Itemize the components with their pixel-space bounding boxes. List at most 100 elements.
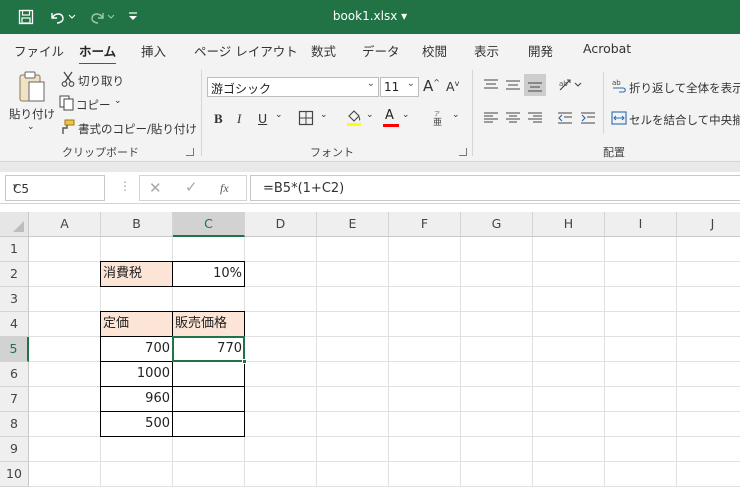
cell-c9[interactable]	[173, 437, 245, 462]
cancel-icon[interactable]: ✕	[149, 179, 162, 197]
cell-d4[interactable]	[245, 312, 317, 337]
cell-g5[interactable]	[461, 337, 533, 362]
cell-c10[interactable]	[173, 462, 245, 487]
row-header-1[interactable]: 1	[0, 237, 29, 262]
copy-dropdown-icon[interactable]: ⌄	[114, 96, 122, 106]
cell-e3[interactable]	[317, 287, 389, 312]
cell-j6[interactable]	[677, 362, 740, 387]
cell-g10[interactable]	[461, 462, 533, 487]
cell-g9[interactable]	[461, 437, 533, 462]
row-header-5[interactable]: 5	[0, 337, 29, 362]
cell-j7[interactable]	[677, 387, 740, 412]
paste-button[interactable]: 貼り付け	[9, 106, 55, 122]
cell-g4[interactable]	[461, 312, 533, 337]
cell-b3[interactable]	[101, 287, 173, 312]
cell-h3[interactable]	[533, 287, 605, 312]
cell-a7[interactable]	[29, 387, 101, 412]
cell-a6[interactable]	[29, 362, 101, 387]
cell-g3[interactable]	[461, 287, 533, 312]
cell-a4[interactable]	[29, 312, 101, 337]
font-color-dropdown-icon[interactable]: ⌄	[402, 110, 410, 120]
tab-home[interactable]: ホーム	[79, 41, 117, 66]
fill-handle[interactable]	[242, 359, 247, 364]
align-center-icon[interactable]	[505, 111, 521, 128]
cell-h8[interactable]	[533, 412, 605, 437]
format-painter-button[interactable]: 書式のコピー/貼り付け	[78, 121, 197, 137]
cut-icon[interactable]	[61, 71, 75, 90]
cell-f8[interactable]	[389, 412, 461, 437]
row-header-9[interactable]: 9	[0, 437, 29, 462]
cell-f9[interactable]	[389, 437, 461, 462]
cell-h1[interactable]	[533, 237, 605, 262]
cell-f1[interactable]	[389, 237, 461, 262]
cell-a9[interactable]	[29, 437, 101, 462]
font-name-select[interactable]: 游ゴシック ⌄	[207, 77, 379, 97]
font-size-select[interactable]: 11 ⌄	[380, 77, 419, 97]
tab-developer[interactable]: 開発	[528, 41, 553, 60]
cell-f10[interactable]	[389, 462, 461, 487]
cell-d7[interactable]	[245, 387, 317, 412]
border-icon[interactable]	[298, 110, 314, 129]
cell-c6[interactable]	[173, 362, 245, 387]
cell-j5[interactable]	[677, 337, 740, 362]
cell-e4[interactable]	[317, 312, 389, 337]
row-header-2[interactable]: 2	[0, 262, 29, 287]
paste-dropdown-icon[interactable]: ⌄	[27, 122, 35, 132]
cell-f6[interactable]	[389, 362, 461, 387]
row-header-8[interactable]: 8	[0, 412, 29, 437]
cell-e8[interactable]	[317, 412, 389, 437]
cell-e2[interactable]	[317, 262, 389, 287]
cell-d10[interactable]	[245, 462, 317, 487]
cell-j3[interactable]	[677, 287, 740, 312]
cell-g8[interactable]	[461, 412, 533, 437]
orientation-icon[interactable]: ab	[558, 76, 584, 97]
merge-center-button[interactable]: セルを結合して中央揃え	[629, 112, 740, 128]
cell-b9[interactable]	[101, 437, 173, 462]
phonetic-dropdown-icon[interactable]: ⌄	[452, 110, 460, 120]
cell-j10[interactable]	[677, 462, 740, 487]
cell-h9[interactable]	[533, 437, 605, 462]
cell-j2[interactable]	[677, 262, 740, 287]
shrink-font-button[interactable]: Av	[446, 79, 459, 94]
tab-page-layout[interactable]: ページ レイアウト	[194, 41, 298, 60]
grow-font-button[interactable]: A^	[423, 77, 440, 95]
cell-j1[interactable]	[677, 237, 740, 262]
cell-i1[interactable]	[605, 237, 677, 262]
cell-e10[interactable]	[317, 462, 389, 487]
cell-i8[interactable]	[605, 412, 677, 437]
cell-d9[interactable]	[245, 437, 317, 462]
cell-b5[interactable]: 700	[101, 337, 173, 362]
cell-e5[interactable]	[317, 337, 389, 362]
increase-indent-icon[interactable]	[580, 111, 596, 128]
decrease-indent-icon[interactable]	[557, 111, 573, 128]
cell-h7[interactable]	[533, 387, 605, 412]
cut-button[interactable]: 切り取り	[78, 73, 124, 89]
format-painter-icon[interactable]	[59, 119, 75, 138]
name-box-dropdown-icon[interactable]: ▾	[13, 182, 100, 192]
italic-button[interactable]: I	[237, 111, 241, 127]
clipboard-launcher-icon[interactable]	[186, 148, 194, 156]
cell-h2[interactable]	[533, 262, 605, 287]
merge-center-icon[interactable]	[611, 110, 627, 129]
select-all-button[interactable]	[0, 212, 29, 237]
cell-e6[interactable]	[317, 362, 389, 387]
cell-b1[interactable]	[101, 237, 173, 262]
cell-i4[interactable]	[605, 312, 677, 337]
fill-color-dropdown-icon[interactable]: ⌄	[366, 110, 374, 120]
column-header-c[interactable]: C	[173, 212, 245, 237]
cell-f4[interactable]	[389, 312, 461, 337]
bold-button[interactable]: B	[214, 111, 223, 127]
column-header-e[interactable]: E	[317, 212, 389, 237]
cell-h6[interactable]	[533, 362, 605, 387]
cell-f2[interactable]	[389, 262, 461, 287]
cell-f7[interactable]	[389, 387, 461, 412]
cell-j9[interactable]	[677, 437, 740, 462]
enter-icon[interactable]: ✓	[185, 178, 198, 196]
cell-f5[interactable]	[389, 337, 461, 362]
cell-e9[interactable]	[317, 437, 389, 462]
cell-d2[interactable]	[245, 262, 317, 287]
column-header-j[interactable]: J	[677, 212, 740, 237]
copy-button[interactable]: コピー	[76, 97, 111, 113]
tab-data[interactable]: データ	[362, 41, 400, 60]
cell-c2[interactable]: 10%	[173, 262, 245, 287]
